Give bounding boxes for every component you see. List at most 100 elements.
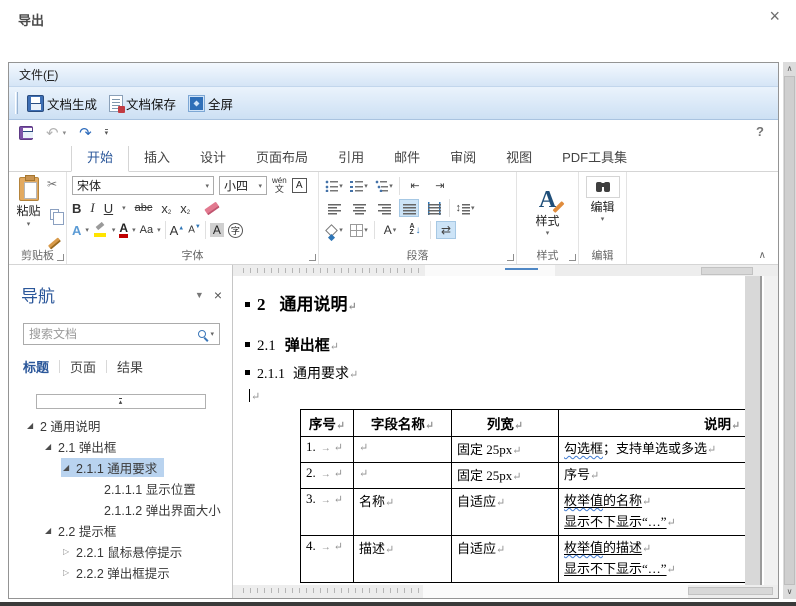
multilevel-list-icon[interactable]: ▾ (374, 177, 394, 195)
bullets-icon[interactable]: ▾ (324, 177, 344, 195)
editing-button[interactable]: 编辑 ▾ (586, 175, 620, 250)
align-center-icon[interactable] (349, 199, 369, 217)
underline-dropdown-icon[interactable]: ▾ (122, 204, 126, 212)
undo-dropdown-icon[interactable]: ▾ (63, 129, 67, 137)
ribbon-tab-4[interactable]: 引用 (323, 143, 379, 171)
tree-collapsed-icon[interactable]: ▷ (63, 568, 76, 577)
clipboard-dialog-launcher-icon[interactable] (57, 254, 64, 261)
scroll-up-icon[interactable]: ∧ (783, 62, 796, 76)
help-icon[interactable]: ? (756, 124, 764, 139)
styles-dropdown-icon[interactable]: ▾ (546, 229, 550, 237)
character-shading-button[interactable]: A (210, 223, 224, 237)
justify-icon[interactable] (399, 199, 419, 217)
save-icon[interactable] (19, 126, 33, 140)
fullscreen-button[interactable]: 全屏 (185, 92, 236, 115)
tree-item-4[interactable]: 2.1.1.2 弹出界面大小 (9, 499, 232, 520)
superscript-button[interactable]: x2 (180, 201, 190, 216)
tree-expanded-icon[interactable]: ◢ (45, 442, 58, 451)
ribbon-tab-3[interactable]: 页面布局 (241, 143, 323, 171)
cut-icon[interactable]: ✂ (47, 178, 61, 190)
font-size-combo[interactable]: 小四▾ (219, 176, 267, 195)
show-hide-marks-icon[interactable]: ⇄ (436, 221, 456, 239)
italic-button[interactable]: I (90, 200, 94, 216)
tree-item-1[interactable]: ◢2.1 弹出框 (9, 436, 232, 457)
navigation-options-icon[interactable]: ▼ (195, 290, 204, 300)
search-box[interactable]: ▾ (23, 323, 220, 345)
character-border-icon[interactable]: A (292, 178, 307, 193)
asian-layout-icon[interactable]: A▾ (380, 221, 400, 239)
customize-qat-icon[interactable]: ▾ (105, 129, 109, 137)
text-effects-button[interactable]: A (72, 223, 81, 238)
file-menu[interactable]: 文件(F) (19, 66, 58, 83)
underline-button[interactable]: U (104, 201, 113, 216)
font-dialog-launcher-icon[interactable] (309, 254, 316, 261)
ribbon-tab-2[interactable]: 设计 (185, 143, 241, 171)
undo-icon[interactable]: ↶ (46, 124, 59, 142)
nav-tab-0[interactable]: 标题 (23, 355, 49, 378)
highlight-color-icon[interactable] (93, 224, 108, 237)
subscript-button[interactable]: x2 (161, 201, 171, 216)
save-document-button[interactable]: 文档保存 (106, 92, 179, 115)
dialog-scrollbar[interactable]: ∧ ∨ (783, 62, 796, 599)
tree-item-7[interactable]: ▷2.2.2 弹出框提示 (9, 562, 232, 583)
hscrollbar-thumb[interactable] (688, 587, 773, 595)
styles-dialog-launcher-icon[interactable] (569, 254, 576, 261)
tree-item-5[interactable]: ◢2.2 提示框 (9, 520, 232, 541)
search-icon[interactable] (198, 330, 206, 338)
redo-icon[interactable]: ↷ (79, 124, 92, 142)
numbering-icon[interactable]: ▾ (349, 177, 369, 195)
ribbon-tab-6[interactable]: 审阅 (435, 143, 491, 171)
search-input[interactable] (29, 327, 194, 341)
tree-collapsed-icon[interactable]: ▷ (63, 547, 76, 556)
tree-item-6[interactable]: ▷2.2.1 鼠标悬停提示 (9, 541, 232, 562)
editing-dropdown-icon[interactable]: ▾ (601, 215, 605, 223)
scroll-down-icon[interactable]: ∨ (783, 585, 796, 599)
generate-document-button[interactable]: 文档生成 (24, 92, 100, 115)
ribbon-tab-0[interactable]: 开始 (71, 142, 129, 172)
tree-expanded-icon[interactable]: ◢ (45, 526, 58, 535)
font-name-combo[interactable]: 宋体▾ (72, 176, 214, 195)
font-color-button[interactable]: A (119, 222, 128, 238)
ribbon-tab-1[interactable]: 插入 (129, 143, 185, 171)
document-page[interactable]: 2通用说明↵ 2.1弹出框↵ 2.1.1通用要求↵ ↵ 序号↵字段名称↵列宽↵说… (233, 276, 745, 585)
ribbon-tab-5[interactable]: 邮件 (379, 143, 435, 171)
scrollbar-thumb[interactable] (784, 76, 795, 585)
ribbon-tab-8[interactable]: PDF工具集 (547, 143, 642, 171)
enclose-characters-icon[interactable]: 字 (228, 223, 243, 238)
tree-item-0[interactable]: ◢2 通用说明 (9, 415, 232, 436)
borders-icon[interactable]: ▾ (349, 221, 369, 239)
navigation-close-icon[interactable]: × (214, 287, 222, 303)
decrease-indent-icon[interactable]: ⇤ (405, 177, 425, 195)
copy-icon[interactable] (50, 209, 59, 220)
tree-expanded-icon[interactable]: ◢ (63, 463, 76, 472)
nav-scroll-top-button[interactable]: ▴ (36, 394, 206, 409)
sort-icon[interactable]: AZ↓ (405, 221, 425, 239)
paste-button[interactable]: 粘贴 ▾ (12, 175, 45, 250)
line-spacing-icon[interactable]: ↕▾ (455, 199, 475, 217)
search-dropdown-icon[interactable]: ▾ (210, 330, 214, 338)
shrink-font-button[interactable]: A▼ (188, 224, 201, 235)
align-left-icon[interactable] (324, 199, 344, 217)
bold-button[interactable]: B (72, 201, 81, 216)
tree-expanded-icon[interactable]: ◢ (27, 421, 40, 430)
paste-dropdown-icon[interactable]: ▾ (27, 220, 31, 228)
shading-icon[interactable]: ▾ (324, 221, 344, 239)
tree-item-3[interactable]: 2.1.1.1 显示位置 (9, 478, 232, 499)
styles-button[interactable]: A 样式 ▾ (521, 175, 575, 250)
nav-tab-2[interactable]: 结果 (117, 355, 143, 378)
distribute-icon[interactable] (424, 199, 444, 217)
change-case-button[interactable]: Aa (140, 224, 153, 236)
collapse-ribbon-icon[interactable]: ∧ (759, 250, 766, 261)
strikethrough-button[interactable]: abc (135, 202, 153, 214)
close-icon[interactable]: × (769, 6, 780, 27)
grow-font-button[interactable]: A▲ (170, 223, 185, 238)
phonetic-guide-icon[interactable]: wén文 (272, 177, 287, 194)
hscrollbar-strip[interactable] (9, 585, 778, 598)
paragraph-dialog-launcher-icon[interactable] (507, 254, 514, 261)
document-vscrollbar[interactable] (745, 276, 762, 585)
tree-item-2[interactable]: ◢2.1.1 通用要求 (9, 457, 232, 478)
clear-formatting-icon[interactable] (204, 201, 219, 215)
increase-indent-icon[interactable]: ⇥ (430, 177, 450, 195)
ribbon-tab-7[interactable]: 视图 (491, 143, 547, 171)
nav-tab-1[interactable]: 页面 (70, 355, 96, 378)
